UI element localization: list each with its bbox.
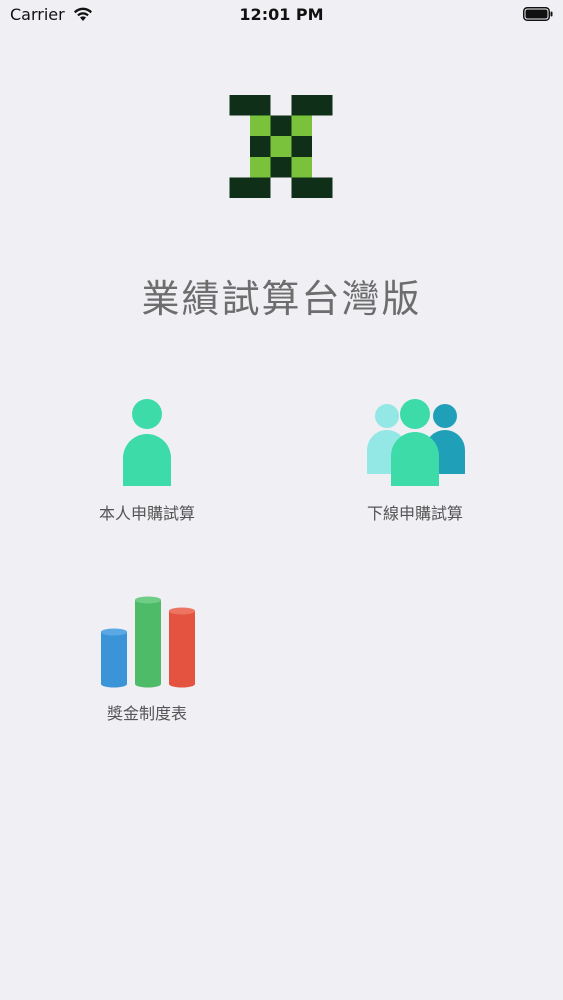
- status-bar: Carrier 12:01 PM: [0, 0, 563, 30]
- home-screen: Carrier 12:01 PM 業績試算台灣版 本人申購試算 下線申購試算 獎…: [0, 0, 563, 1000]
- self-purchase-button[interactable]: 本人申購試算: [72, 398, 222, 524]
- downline-purchase-button[interactable]: 下線申購試算: [340, 398, 490, 524]
- battery-icon: [523, 7, 553, 21]
- checker-x-logo-icon: [229, 95, 333, 198]
- bonus-table-button[interactable]: 獎金制度表: [72, 596, 222, 724]
- bar-chart-icon: [101, 596, 195, 688]
- self-purchase-label: 本人申購試算: [98, 504, 195, 523]
- status-time: 12:01 PM: [239, 5, 324, 24]
- group-icon: [367, 399, 465, 486]
- bonus-table-label: 獎金制度表: [106, 704, 187, 723]
- downline-purchase-label: 下線申購試算: [366, 504, 463, 523]
- person-icon: [123, 399, 171, 486]
- app-title: 業績試算台灣版: [141, 277, 422, 321]
